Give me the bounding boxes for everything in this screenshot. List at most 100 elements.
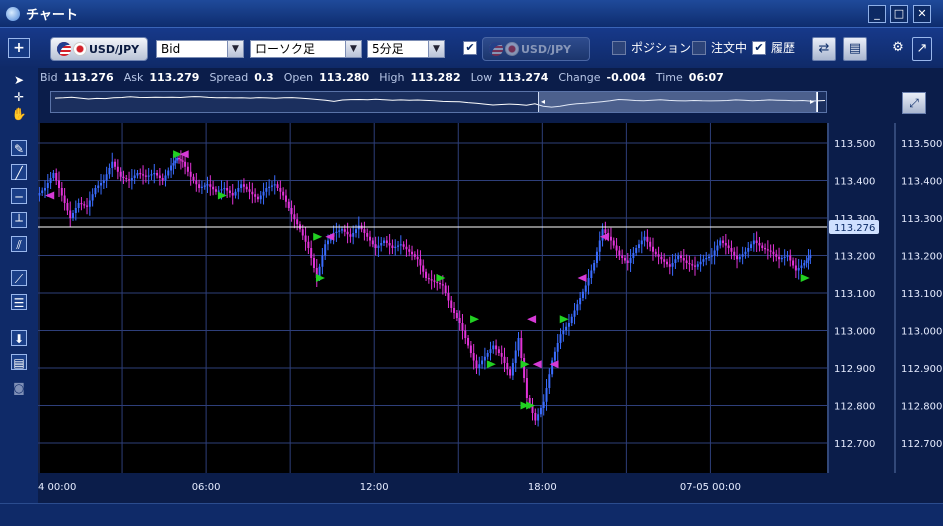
candle-body: [601, 229, 604, 241]
candle-body: [503, 356, 506, 363]
candle-body: [722, 240, 725, 243]
y-tick-label-right: 112.900: [901, 364, 942, 375]
candle-body: [626, 260, 629, 263]
candle-body: [747, 248, 750, 252]
candle-body: [220, 189, 223, 191]
candle-body: [640, 240, 643, 245]
candle-body: [534, 413, 537, 421]
candle-body: [186, 166, 189, 172]
candle-body: [116, 166, 119, 172]
download-icon[interactable]: ⬇: [11, 330, 27, 346]
candle-body: [179, 159, 182, 161]
chart-type-select[interactable]: ローソク足 ▼: [250, 40, 362, 58]
horizontal-line-icon[interactable]: ─: [11, 188, 27, 204]
trend-line-icon[interactable]: ╱: [11, 164, 27, 180]
maximize-button[interactable]: □: [890, 5, 908, 23]
candle-body: [411, 251, 414, 255]
ask-label: Ask: [123, 70, 144, 84]
candle-body: [130, 178, 133, 181]
candle-body: [654, 251, 657, 255]
candle-body: [780, 258, 783, 260]
position-label: ポジション: [631, 41, 692, 55]
candle-body: [94, 188, 97, 195]
minimize-button[interactable]: _: [868, 5, 886, 23]
candle-body: [363, 229, 366, 233]
candle-body: [231, 193, 234, 196]
candle-body: [797, 268, 800, 271]
vertical-line-icon[interactable]: ┴: [11, 212, 27, 228]
candle-body: [105, 174, 108, 181]
candle-body: [651, 246, 654, 252]
navigator-range[interactable]: ◂ ▸: [538, 92, 817, 112]
zoom-fit-icon[interactable]: ⤢: [902, 92, 926, 114]
candle-body: [576, 304, 579, 311]
hand-icon[interactable]: ✋: [11, 106, 27, 122]
candle-body: [139, 173, 142, 175]
compare-pair-button[interactable]: USD/JPY: [482, 37, 590, 61]
candle-body: [668, 264, 671, 267]
parallel-lines-icon[interactable]: ⫽: [11, 236, 27, 252]
currency-pair-button[interactable]: USD/JPY: [50, 37, 148, 61]
fibonacci-icon[interactable]: ☰: [11, 294, 27, 310]
crosshair-cursor-icon[interactable]: ✛: [11, 89, 27, 105]
order-entry-icon[interactable]: ⇄: [812, 37, 836, 61]
gear-icon[interactable]: ⚙: [888, 37, 908, 61]
list-panel-icon[interactable]: ▤: [843, 37, 867, 61]
candle-body: [49, 178, 52, 183]
candle-body: [548, 374, 551, 388]
candle-body: [685, 260, 688, 263]
cursor-icon[interactable]: ➤: [11, 72, 27, 88]
compare-toggle[interactable]: ✔: [455, 34, 483, 62]
chevron-right-icon[interactable]: ▸: [810, 97, 814, 106]
candle-body: [405, 246, 408, 250]
time-value: 06:07: [688, 70, 724, 84]
fan-lines-icon[interactable]: ⟋: [11, 270, 27, 286]
list-icon[interactable]: ▤: [11, 354, 27, 370]
popout-icon[interactable]: ↗: [912, 37, 932, 61]
pen-icon[interactable]: ✎: [11, 140, 27, 156]
candle-body: [733, 251, 736, 256]
candle-body: [702, 259, 705, 262]
candlestick-chart[interactable]: 113.500 113.500113.400 113.400113.300 113.3…: [38, 123, 943, 503]
close-button[interactable]: ✕: [913, 5, 931, 23]
candle-body: [635, 248, 638, 253]
candle-body: [778, 256, 781, 260]
order-checkbox[interactable]: [692, 41, 706, 55]
candle-body: [581, 291, 584, 298]
candle-body: [539, 408, 542, 415]
candle-body: [621, 255, 624, 258]
price-type-select[interactable]: Bid ▼: [156, 40, 244, 58]
add-chart-button[interactable]: +: [8, 38, 30, 58]
candle-body: [495, 345, 498, 350]
candle-body: [242, 184, 245, 187]
candle-body: [206, 184, 209, 186]
candle-body: [559, 334, 562, 343]
candle-body: [807, 258, 810, 261]
compare-checkbox[interactable]: ✔: [463, 41, 477, 55]
candle-body: [214, 189, 217, 192]
candle-body: [262, 191, 265, 196]
candle-body: [346, 231, 349, 235]
candle-body: [176, 158, 179, 161]
candle-body: [385, 240, 388, 243]
chart-navigator[interactable]: ◂ ▸: [50, 91, 827, 113]
candle-body: [623, 258, 626, 261]
history-checkbox[interactable]: ✔: [752, 41, 766, 55]
candle-body: [514, 350, 517, 363]
candle-body: [800, 265, 803, 268]
timeframe-select[interactable]: 5分足 ▼: [367, 40, 445, 58]
change-value: -0.004: [606, 70, 646, 84]
chevron-left-icon[interactable]: ◂: [541, 97, 545, 106]
candle-body: [397, 245, 400, 247]
candle-body: [226, 188, 229, 191]
camera-icon[interactable]: ◙: [11, 380, 27, 396]
chevron-down-icon: ▼: [345, 41, 361, 57]
candle-body: [203, 185, 206, 187]
candle-body: [809, 255, 812, 258]
candle-body: [164, 175, 167, 181]
price-chart[interactable]: 113.500 113.500 113.400 113.400 113.300 113.3…: [38, 123, 943, 503]
position-checkbox[interactable]: [612, 41, 626, 55]
candle-body: [736, 255, 739, 260]
candle-body: [307, 241, 310, 248]
candle-body: [44, 188, 47, 191]
